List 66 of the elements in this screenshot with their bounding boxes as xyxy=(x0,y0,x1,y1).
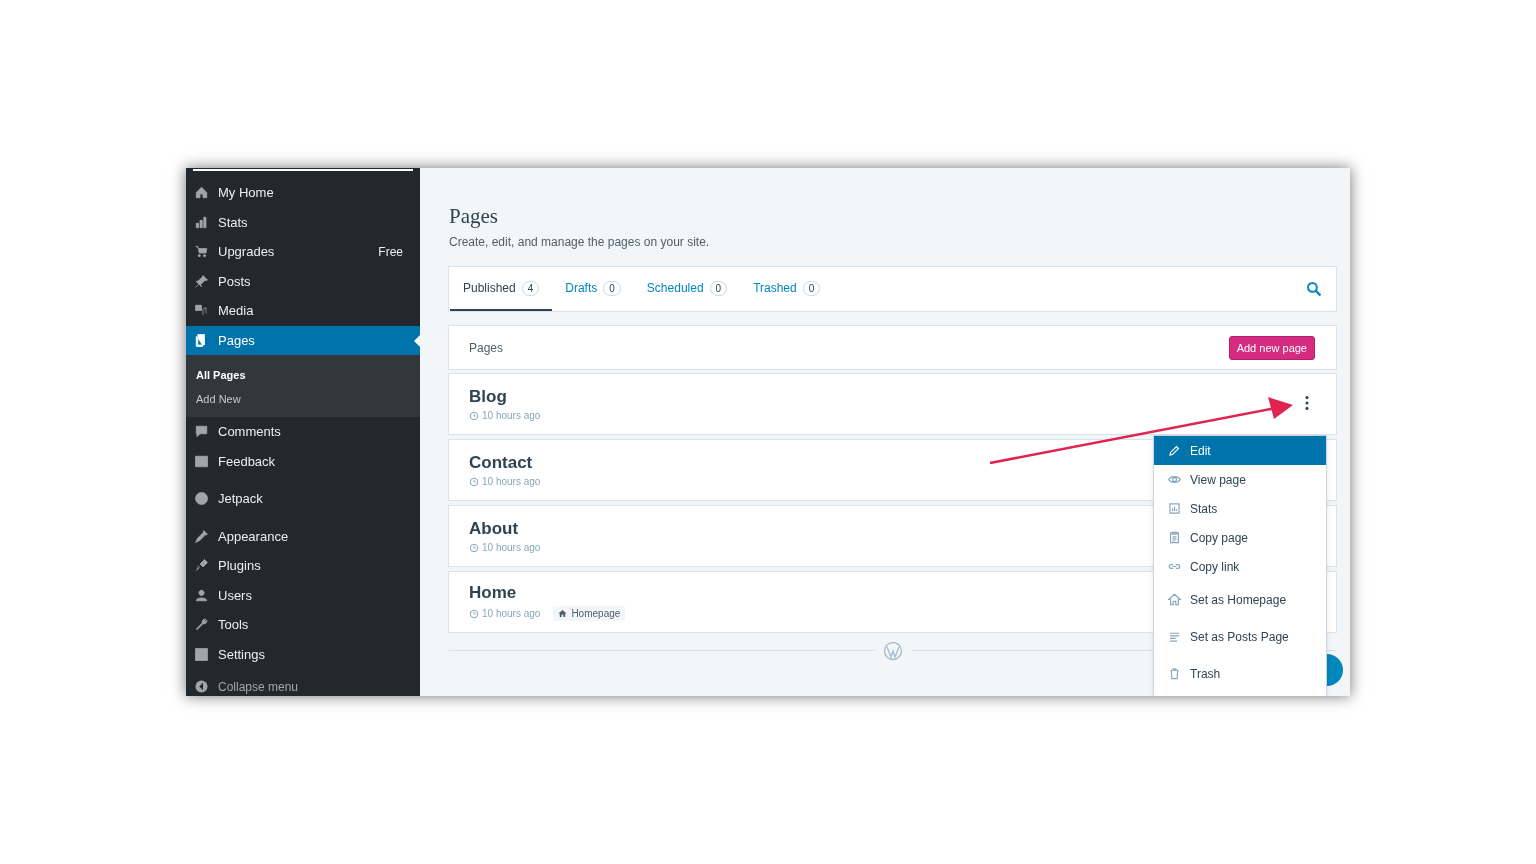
collapse-menu-button[interactable]: Collapse menu xyxy=(186,677,420,696)
tab[interactable]: Trashed 0 xyxy=(740,267,834,311)
sidebar-item-icon xyxy=(194,214,209,230)
sidebar-item[interactable]: Feedback xyxy=(186,446,420,477)
sidebar-item[interactable]: Jetpack xyxy=(186,484,420,514)
sidebar-item-icon xyxy=(194,646,209,662)
submenu-item[interactable]: Add New xyxy=(186,387,420,412)
clock-icon xyxy=(469,542,479,553)
modified-time: 10 hours ago xyxy=(482,542,541,553)
sidebar-item-icon xyxy=(194,453,209,469)
clock-icon xyxy=(469,476,479,487)
tab[interactable]: Drafts 0 xyxy=(552,267,634,311)
sidebar-item[interactable]: Settings xyxy=(186,639,420,670)
sidebar-item[interactable]: Comments xyxy=(186,417,420,447)
menu-item[interactable]: Set as Homepage xyxy=(1154,581,1326,618)
plan-label: Free xyxy=(378,244,403,259)
vertical-ellipsis-icon xyxy=(1304,394,1310,412)
sidebar-item[interactable]: Stats xyxy=(186,207,420,238)
page-title: Pages xyxy=(449,204,499,229)
modified-time: 10 hours ago xyxy=(482,608,541,619)
sidebar-item[interactable]: Media xyxy=(186,296,420,326)
sidebar-item-icon xyxy=(194,244,209,260)
page-title-link[interactable]: About xyxy=(469,519,541,539)
tab[interactable]: Published 4 xyxy=(450,267,553,311)
page-subtitle: Create, edit, and manage the pages on your site. xyxy=(449,235,711,249)
menu-item[interactable]: Copy page xyxy=(1154,523,1326,552)
sidebar-item-icon xyxy=(194,424,209,440)
sidebar-item[interactable]: Posts xyxy=(186,266,420,297)
homepage-badge-label: Homepage xyxy=(571,608,621,619)
sidebar-item-icon xyxy=(194,617,209,633)
sidebar-item[interactable]: Upgrades Free xyxy=(186,237,420,267)
search-icon[interactable] xyxy=(1306,281,1322,297)
modified-time: 10 hours ago xyxy=(482,410,541,421)
page-title-link[interactable]: Home xyxy=(469,583,626,603)
sidebar-item-icon xyxy=(194,587,209,603)
page-title-link[interactable]: Contact xyxy=(469,453,541,473)
sidebar-item-icon xyxy=(194,491,209,507)
menu-item-icon xyxy=(1168,593,1181,606)
sidebar-item-icon xyxy=(194,558,209,574)
sidebar-item[interactable]: My Home xyxy=(186,178,420,208)
sidebar-item[interactable]: Tools xyxy=(186,610,420,640)
menu-item[interactable]: Edit xyxy=(1154,436,1326,465)
clock-icon xyxy=(469,608,479,619)
menu-item-icon xyxy=(1168,667,1181,680)
add-new-page-button[interactable]: Add new page xyxy=(1228,335,1315,360)
sidebar-item[interactable]: Appearance xyxy=(186,521,420,552)
list-heading: Pages xyxy=(469,340,504,355)
menu-item-icon xyxy=(1168,502,1181,515)
menu-item-icon xyxy=(1168,444,1181,457)
submenu-item[interactable]: All Pages xyxy=(186,363,420,388)
menu-item-icon xyxy=(1168,473,1181,486)
sidebar-item-icon xyxy=(194,185,209,201)
menu-item-icon xyxy=(1168,531,1181,544)
page-title-link[interactable]: Blog xyxy=(469,387,541,407)
clock-icon xyxy=(469,410,479,421)
house-icon xyxy=(558,609,568,618)
sidebar-item[interactable]: Plugins xyxy=(186,551,420,581)
menu-item[interactable]: View page xyxy=(1154,465,1326,494)
sidebar-item-icon xyxy=(194,528,209,544)
sidebar-item-icon xyxy=(194,273,209,289)
sidebar-item[interactable]: Users xyxy=(186,580,420,611)
menu-item[interactable]: Trash xyxy=(1154,655,1326,692)
modified-time: 10 hours ago xyxy=(482,476,541,487)
menu-item-icon xyxy=(1168,630,1181,643)
tab[interactable]: Scheduled 0 xyxy=(633,267,741,311)
sidebar-item[interactable]: Pages xyxy=(186,325,420,356)
